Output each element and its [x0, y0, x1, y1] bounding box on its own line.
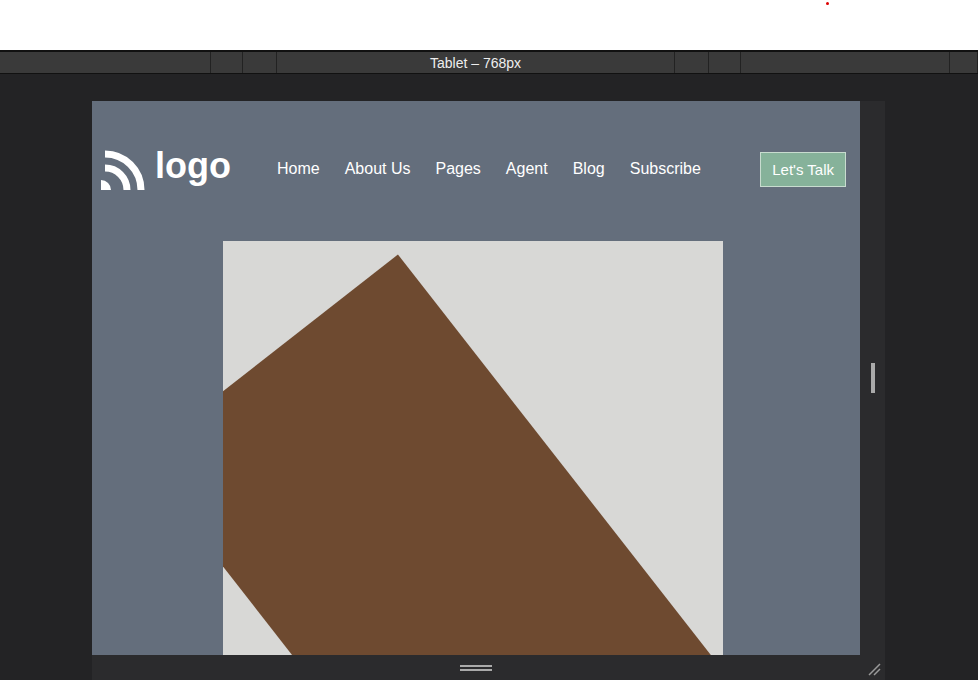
right-resize-strip[interactable] [860, 101, 885, 655]
photo-table [223, 255, 718, 655]
nav-link[interactable]: Subscribe [630, 160, 701, 178]
devtools-responsive-view: Tablet – 768px logo Home About Us Pages Agent… [0, 0, 978, 680]
toolbar-segment[interactable] [0, 52, 211, 73]
corner-resize-icon[interactable] [867, 662, 881, 676]
toolbar-segment[interactable] [243, 52, 277, 73]
nav-link[interactable]: Home [277, 160, 320, 178]
stage: logo Home About Us Pages Agent Blog Subscribe L… [0, 74, 978, 680]
toolbar-segment[interactable] [741, 52, 950, 73]
nav-link[interactable]: Agent [506, 160, 548, 178]
site-header: logo Home About Us Pages Agent Blog Subscribe L… [92, 101, 860, 191]
hero-photo [223, 241, 723, 655]
device-label[interactable]: Tablet – 768px [277, 52, 675, 73]
preview-viewport: logo Home About Us Pages Agent Blog Subscribe L… [92, 101, 860, 655]
main-nav: Home About Us Pages Agent Blog Subscribe [277, 160, 701, 178]
indicator-dot [826, 2, 829, 5]
site-logo[interactable]: logo [101, 148, 231, 190]
toolbar-segment[interactable] [709, 52, 741, 73]
horizontal-grip-icon[interactable] [460, 665, 492, 671]
lets-talk-button[interactable]: Let's Talk [760, 152, 846, 187]
vertical-grip-icon[interactable] [871, 363, 875, 393]
bottom-resize-strip[interactable] [92, 655, 885, 680]
toolbar-segment[interactable] [675, 52, 709, 73]
toolbar-segment[interactable] [211, 52, 243, 73]
nav-link[interactable]: About Us [345, 160, 411, 178]
nav-link[interactable]: Pages [435, 160, 480, 178]
toolbar-segment[interactable] [950, 52, 978, 73]
nav-link[interactable]: Blog [573, 160, 605, 178]
device-toolbar: Tablet – 768px [0, 52, 978, 74]
logo-arcs-icon [101, 148, 145, 190]
top-strip [0, 0, 978, 52]
logo-text: logo [155, 148, 231, 184]
